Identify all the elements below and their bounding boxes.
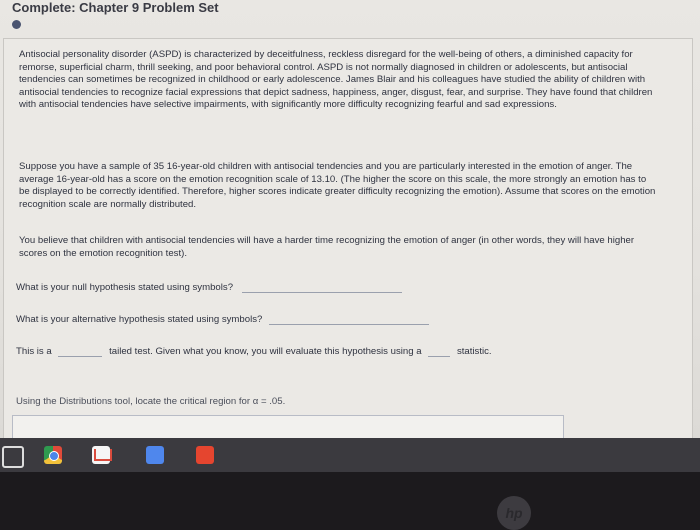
docs-icon[interactable]	[146, 446, 164, 464]
problem-panel: Antisocial personality disorder (ASPD) i…	[3, 38, 693, 440]
scenario-paragraph: Suppose you have a sample of 35 16-year-…	[19, 161, 656, 210]
test-prefix: This is a	[16, 346, 52, 357]
null-hypothesis-question: What is your null hypothesis stated usin…	[16, 282, 402, 293]
slides-icon[interactable]	[196, 446, 214, 464]
alt-hypothesis-input[interactable]	[269, 314, 430, 325]
taskbar	[0, 438, 700, 472]
alt-hypothesis-question: What is your alternative hypothesis stat…	[16, 314, 430, 325]
test-type-question: This is a tailed test. Given what you kn…	[16, 346, 492, 357]
chrome-icon[interactable]	[44, 446, 62, 464]
launcher-circle-icon[interactable]	[2, 446, 24, 468]
null-hypothesis-input[interactable]	[241, 282, 402, 293]
test-middle: tailed test. Given what you know, you wi…	[109, 346, 422, 357]
distributions-tool-area[interactable]	[12, 415, 564, 440]
belief-paragraph: You believe that children with antisocia…	[19, 235, 635, 259]
page-title: Complete: Chapter 9 Problem Set	[12, 0, 219, 15]
gmail-icon[interactable]	[92, 446, 112, 464]
browser-screen: Complete: Chapter 9 Problem Set Antisoci…	[0, 0, 700, 440]
test-suffix: statistic.	[456, 346, 492, 357]
statistic-type-dropdown[interactable]	[428, 346, 451, 357]
alt-hypothesis-label: What is your alternative hypothesis stat…	[16, 314, 263, 325]
null-hypothesis-label: What is your null hypothesis stated usin…	[16, 282, 234, 293]
status-dot-icon	[12, 20, 21, 29]
critical-region-instruction: Using the Distributions tool, locate the…	[16, 396, 286, 407]
tail-type-dropdown[interactable]	[58, 346, 103, 357]
intro-paragraph: Antisocial personality disorder (ASPD) i…	[19, 49, 653, 111]
